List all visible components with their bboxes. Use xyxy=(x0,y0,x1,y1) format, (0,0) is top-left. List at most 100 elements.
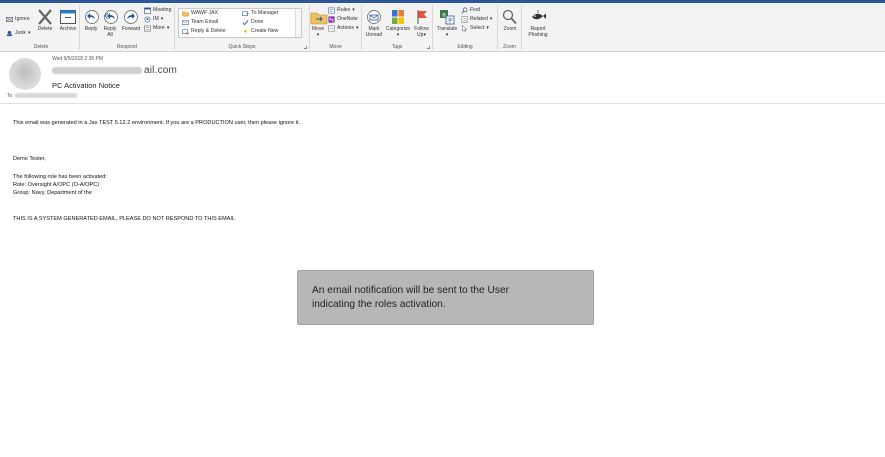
zoom-button[interactable]: Zoom xyxy=(500,9,520,32)
chevron-down-icon: ▾ xyxy=(316,32,320,38)
archive-button[interactable]: Archive xyxy=(58,9,78,32)
quick-step-wawf-jax[interactable]: WAWF JAX xyxy=(182,10,218,17)
translate-icon: a字 xyxy=(440,10,455,25)
more-label: More xyxy=(153,25,165,31)
quick-step-reply-delete[interactable]: Reply & Delete xyxy=(182,28,226,35)
quick-step-create-new[interactable]: Create New xyxy=(242,28,278,35)
quick-steps-group-label: Quick Steps xyxy=(228,44,256,50)
onenote-icon xyxy=(328,16,335,23)
callout-line-1: An email notification will be sent to th… xyxy=(312,285,510,296)
quick-step-label: Create New xyxy=(251,28,279,34)
forward-icon xyxy=(124,10,138,24)
annotation-callout: An email notification will be sent to th… xyxy=(297,270,594,325)
rules-button[interactable]: Rules ▾ xyxy=(328,7,355,14)
callout-line-2: indicating the roles activation. xyxy=(312,299,446,310)
chevron-down-icon: ▾ xyxy=(356,25,359,31)
forward-button[interactable]: Forward xyxy=(121,9,141,32)
search-icon xyxy=(461,7,468,14)
select-button[interactable]: Select ▾ xyxy=(461,25,489,32)
rules-label: Rules xyxy=(337,7,351,13)
tags-group: Mark Unread Categorize ▾ Follow Up▾ Tags xyxy=(362,5,433,50)
junk-icon xyxy=(6,30,13,37)
flag-icon xyxy=(417,10,427,24)
tags-launcher-icon[interactable] xyxy=(427,46,430,49)
to-label: To xyxy=(7,93,13,99)
chevron-down-icon: ▾ xyxy=(27,30,31,36)
editing-group-label: Editing xyxy=(457,44,473,50)
forward-mail-icon xyxy=(242,11,249,16)
quick-step-label: Reply & Delete xyxy=(191,28,226,34)
sender-address[interactable]: ail.com xyxy=(52,65,177,76)
quick-steps-scrollbar[interactable] xyxy=(295,9,301,37)
report-phishing-button[interactable]: Report Phishing xyxy=(525,9,551,38)
delete-x-icon xyxy=(38,9,52,25)
meeting-icon xyxy=(144,7,151,14)
translate-button[interactable]: a字 Translate ▾ xyxy=(436,9,458,38)
chevron-down-icon: ▾ xyxy=(445,32,449,38)
rules-icon xyxy=(328,7,335,14)
onenote-button[interactable]: OneNote xyxy=(328,16,358,23)
header-divider xyxy=(0,103,885,104)
related-button[interactable]: Related ▾ xyxy=(461,16,493,23)
report-phishing-label-2: Phishing xyxy=(528,32,548,38)
redacted-recipient-blur[interactable] xyxy=(15,93,77,98)
mark-unread-button[interactable]: Mark Unread xyxy=(365,9,383,38)
checkmark-icon xyxy=(242,20,249,26)
chevron-down-icon: ▾ xyxy=(423,32,426,38)
quick-step-to-manager[interactable]: To Manager xyxy=(242,10,278,17)
im-button[interactable]: IM ▾ xyxy=(144,16,163,23)
quick-step-label: To Manager xyxy=(251,10,279,16)
move-group-label: Move xyxy=(329,44,342,50)
message-subject: PC Activation Notice xyxy=(52,81,120,90)
body-environment-notice: This email was generated in a Jax TEST 5… xyxy=(13,120,301,126)
svg-text:a: a xyxy=(442,12,446,19)
onenote-label: OneNote xyxy=(337,16,358,22)
archive-icon xyxy=(60,10,76,24)
body-system-generated: THIS IS A SYSTEM GENERATED EMAIL, PLEASE… xyxy=(13,216,236,222)
magnifier-icon xyxy=(502,9,517,25)
more-button[interactable]: More ▾ xyxy=(144,25,169,32)
fish-hook-icon xyxy=(532,10,546,20)
quick-step-label: Team Email xyxy=(191,19,219,25)
chevron-down-icon: ▾ xyxy=(489,16,493,22)
meeting-button[interactable]: Meeting xyxy=(144,7,171,14)
related-label: Related xyxy=(470,16,488,22)
respond-group: Reply Reply All Forward Meeting IM ▾ More… xyxy=(80,5,175,50)
quick-step-label: WAWF JAX xyxy=(191,10,218,16)
ignore-label: Ignore xyxy=(15,16,30,22)
reply-all-label-2: All xyxy=(107,32,113,38)
sender-domain: ail.com xyxy=(144,65,178,76)
actions-label: Actions xyxy=(337,25,355,31)
actions-button[interactable]: Actions ▾ xyxy=(328,25,359,32)
quick-steps-launcher-icon[interactable] xyxy=(304,46,307,49)
respond-group-label: Respond xyxy=(116,44,137,50)
cursor-icon xyxy=(462,25,468,32)
reply-button[interactable]: Reply xyxy=(83,9,99,32)
im-label: IM xyxy=(153,16,159,22)
chevron-down-icon: ▾ xyxy=(160,16,164,22)
chevron-down-icon: ▾ xyxy=(396,32,400,38)
ignore-icon xyxy=(6,17,13,22)
categorize-icon xyxy=(392,10,404,24)
chevron-down-icon: ▾ xyxy=(352,7,355,13)
zoom-label: Zoom xyxy=(503,26,517,32)
ignore-button[interactable]: Ignore xyxy=(6,16,30,23)
quick-step-done[interactable]: Done xyxy=(242,19,263,26)
related-icon xyxy=(461,16,468,23)
forward-label: Forward xyxy=(121,26,141,32)
move-group: Move ▾ Rules ▾ OneNote Actions ▾ Move xyxy=(310,5,362,50)
reply-icon xyxy=(85,10,99,24)
actions-icon xyxy=(328,25,335,32)
follow-up-button[interactable]: Follow Up▾ xyxy=(413,9,430,38)
reply-all-button[interactable]: Reply All xyxy=(102,9,118,38)
quick-step-team-email[interactable]: Team Email xyxy=(182,19,218,26)
zoom-group: Zoom Zoom xyxy=(498,5,522,50)
move-button[interactable]: Move ▾ xyxy=(310,9,328,38)
delete-button[interactable]: Delete xyxy=(36,9,54,32)
junk-button[interactable]: Junk ▾ xyxy=(6,30,31,37)
editing-group: a字 Translate ▾ Find Related ▾ Select ▾ Edit… xyxy=(433,5,498,50)
meeting-label: Meeting xyxy=(153,7,172,13)
find-button[interactable]: Find xyxy=(461,7,480,14)
categorize-button[interactable]: Categorize ▾ xyxy=(385,9,411,38)
body-group: Group: Navy, Department of the xyxy=(13,190,92,196)
